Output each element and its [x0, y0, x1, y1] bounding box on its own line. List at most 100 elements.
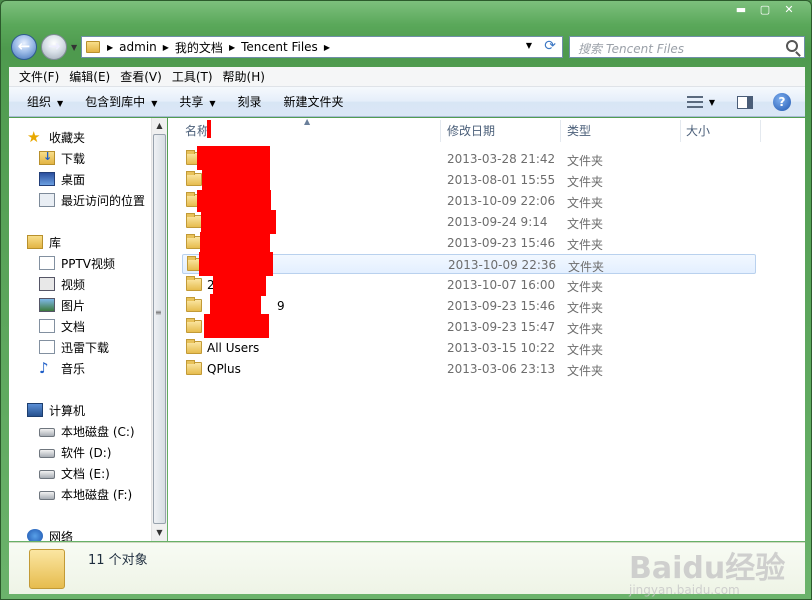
- burn-button[interactable]: 刻录: [230, 93, 270, 110]
- drive-icon: [39, 491, 55, 500]
- folder-icon: [186, 318, 202, 333]
- downloads-folder-icon: [39, 150, 55, 165]
- file-row[interactable]: 2 2013-10-07 16:00 文件夹: [182, 275, 756, 295]
- music-note-icon: ♪: [39, 359, 49, 377]
- library-icon: [27, 235, 43, 249]
- drive-icon: [39, 470, 55, 479]
- minimize-button[interactable]: ▬: [731, 3, 751, 17]
- close-button[interactable]: ✕: [779, 3, 799, 17]
- redaction-mark: [207, 120, 211, 138]
- column-divider[interactable]: [560, 120, 561, 142]
- sidebar-item-drive-c[interactable]: 本地磁盘 (C:): [39, 421, 135, 441]
- scrollbar-thumb[interactable]: [153, 134, 166, 524]
- file-row[interactable]: QPlus 2013-03-06 23:13 文件夹: [182, 359, 756, 379]
- sidebar-item-videos[interactable]: 视频: [39, 274, 85, 294]
- navigation-scrollbar[interactable]: ▲ ≡ ▼: [151, 118, 167, 541]
- item-count: 11 个对象: [88, 553, 148, 568]
- sidebar-item-drive-e[interactable]: 文档 (E:): [39, 463, 110, 483]
- sidebar-item-drive-f[interactable]: 本地磁盘 (F:): [39, 484, 132, 504]
- chevron-down-icon[interactable]: ▼: [709, 98, 715, 107]
- sidebar-item-network[interactable]: 网络: [27, 526, 73, 541]
- sort-ascending-icon: ▲: [304, 117, 311, 126]
- folder-icon: [186, 276, 202, 291]
- redaction-mark: [210, 294, 261, 314]
- explorer-window: ▬ ▢ ✕ ← → ▼ ▶ admin ▶ 我的文档 ▶ Tencent Fil…: [0, 0, 812, 600]
- redaction-mark: [204, 314, 269, 338]
- folder-icon: [186, 213, 202, 228]
- column-header-type[interactable]: 类型: [567, 120, 591, 142]
- chevron-right-icon[interactable]: ▶: [160, 43, 172, 52]
- menu-view[interactable]: 查看(V): [116, 68, 166, 85]
- forward-button[interactable]: →: [41, 34, 67, 60]
- file-row[interactable]: 9 2013-09-23 15:46 文件夹: [182, 296, 756, 316]
- search-input[interactable]: 搜索 Tencent Files: [569, 36, 805, 58]
- column-header-date[interactable]: 修改日期: [447, 120, 495, 142]
- file-row[interactable]: All Users 2013-03-15 10:22 文件夹: [182, 338, 756, 358]
- video-library-icon: [39, 277, 55, 291]
- sidebar-item-downloads[interactable]: 下载: [39, 148, 85, 168]
- sidebar-item-pptv-video[interactable]: PPTV视频: [39, 253, 115, 273]
- menu-edit[interactable]: 编辑(E): [65, 68, 114, 85]
- address-dropdown-icon[interactable]: ▼: [526, 41, 532, 50]
- folder-icon: [186, 171, 202, 186]
- help-icon[interactable]: ?: [773, 93, 791, 111]
- sidebar-item-recent-places[interactable]: 最近访问的位置: [39, 190, 145, 210]
- organize-button[interactable]: 组织 ▼: [19, 93, 71, 110]
- address-bar[interactable]: ▶ admin ▶ 我的文档 ▶ Tencent Files ▶ ▼ ⟳: [81, 36, 563, 58]
- menu-file[interactable]: 文件(F): [15, 68, 63, 85]
- sidebar-item-drive-d[interactable]: 软件 (D:): [39, 442, 111, 462]
- view-options-icon[interactable]: [686, 96, 703, 108]
- new-folder-button[interactable]: 新建文件夹: [276, 93, 352, 110]
- column-divider[interactable]: [440, 120, 441, 142]
- sidebar-item-desktop[interactable]: 桌面: [39, 169, 85, 189]
- sidebar-item-xunlei-downloads[interactable]: 迅雷下载: [39, 337, 109, 357]
- redaction-mark: [197, 146, 270, 170]
- grip-icon: ≡: [155, 308, 162, 317]
- redaction-mark: [201, 210, 276, 234]
- column-header-size[interactable]: 大小: [686, 120, 710, 142]
- menu-bar: 文件(F) 编辑(E) 查看(V) 工具(T) 帮助(H): [9, 67, 805, 87]
- scroll-down-icon[interactable]: ▼: [152, 525, 167, 541]
- sidebar-item-pictures[interactable]: 图片: [39, 295, 85, 315]
- chevron-right-icon[interactable]: ▶: [321, 43, 333, 52]
- navigation-pane: ★收藏夹 下载 桌面 最近访问的位置 库 PPTV视频 视频 图片 文档 迅雷下…: [9, 118, 151, 541]
- pptv-library-icon: [39, 256, 55, 270]
- watermark-logo: Baidu经验: [629, 551, 786, 586]
- refresh-icon[interactable]: ⟳: [544, 38, 556, 54]
- xunlei-library-icon: [39, 340, 55, 354]
- watermark: Baidu经验 jingyan.baidu.com: [629, 543, 785, 597]
- sidebar-item-favorites[interactable]: ★ 收藏夹: [27, 127, 85, 147]
- share-button[interactable]: 共享 ▼: [171, 93, 223, 110]
- folder-icon: [86, 41, 100, 53]
- breadcrumb-tencent-files[interactable]: Tencent Files: [238, 40, 321, 54]
- chevron-right-icon[interactable]: ▶: [226, 43, 238, 52]
- back-button[interactable]: ←: [11, 34, 37, 60]
- preview-pane-icon[interactable]: [737, 95, 753, 109]
- sidebar-item-music[interactable]: ♪ 音乐: [39, 358, 85, 378]
- breadcrumb-admin[interactable]: admin: [116, 40, 160, 54]
- folder-icon: [186, 339, 202, 354]
- breadcrumb-my-documents[interactable]: 我的文档: [172, 39, 226, 56]
- sidebar-item-computer[interactable]: 计算机: [27, 400, 85, 420]
- include-in-library-button[interactable]: 包含到库中 ▼: [77, 93, 165, 110]
- system-drive-icon: [39, 428, 55, 437]
- chevron-right-icon[interactable]: ▶: [104, 43, 116, 52]
- search-placeholder: 搜索 Tencent Files: [578, 42, 684, 56]
- maximize-button[interactable]: ▢: [755, 3, 775, 17]
- sidebar-item-documents[interactable]: 文档: [39, 316, 85, 336]
- folder-icon: [186, 297, 202, 312]
- menu-tools[interactable]: 工具(T): [168, 68, 217, 85]
- menu-help[interactable]: 帮助(H): [219, 68, 269, 85]
- recent-pages-dropdown-icon[interactable]: ▼: [71, 43, 77, 52]
- redaction-mark: [213, 274, 266, 296]
- drive-icon: [39, 449, 55, 458]
- chevron-down-icon: ▼: [151, 99, 158, 108]
- search-icon[interactable]: [786, 40, 798, 52]
- redaction-mark: [200, 232, 270, 254]
- sidebar-item-libraries[interactable]: 库: [27, 232, 61, 252]
- column-header-name[interactable]: 名称: [185, 120, 209, 142]
- column-divider[interactable]: [680, 120, 681, 142]
- scroll-up-icon[interactable]: ▲: [152, 118, 167, 134]
- command-bar: 组织 ▼ 包含到库中 ▼ 共享 ▼ 刻录 新建文件夹 ▼ ?: [9, 87, 805, 117]
- column-divider[interactable]: [760, 120, 761, 142]
